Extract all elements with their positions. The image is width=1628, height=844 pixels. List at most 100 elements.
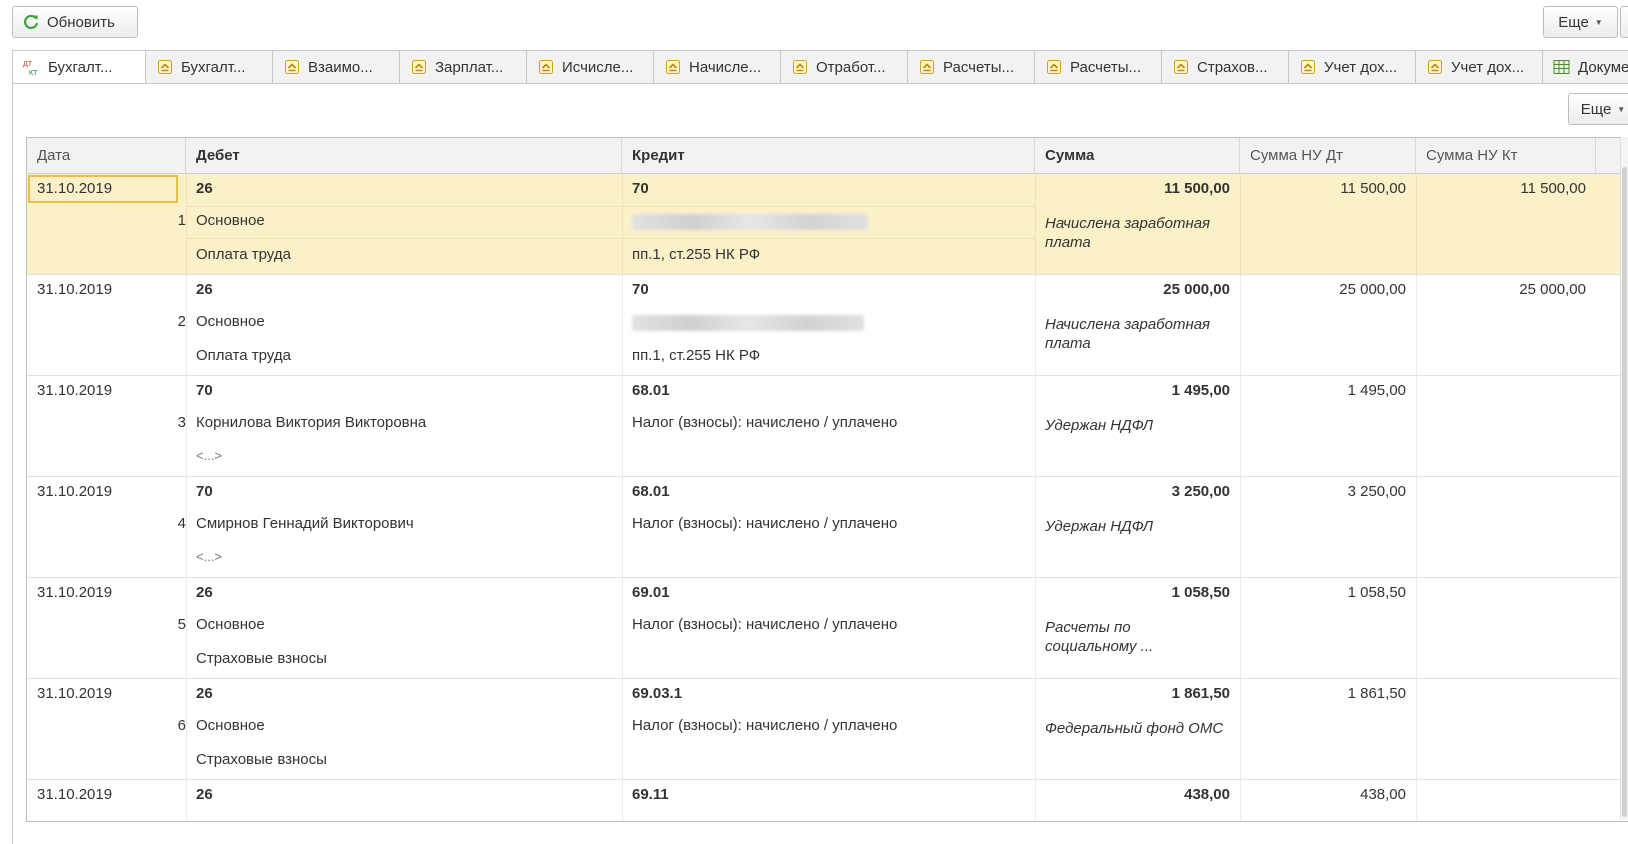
tab-label: Начисле... [689, 58, 762, 76]
vertical-scrollbar[interactable] [1620, 137, 1628, 820]
sum-comment: Удержан НДФЛ [1045, 518, 1154, 535]
row-number: 6 [177, 717, 186, 734]
column-header-debit[interactable]: Дебет [186, 138, 622, 173]
sum-nu-kt-value: 25 000,00 [1519, 281, 1586, 298]
svg-text:ДТ: ДТ [23, 61, 33, 68]
subrow-divider [186, 238, 1035, 239]
tab-label: Зарплат... [435, 58, 504, 76]
table-row[interactable]: 31.10.2019 6 26 Основное Страховые взносы 69.… [27, 679, 1628, 780]
debit-account: 26 [196, 584, 213, 601]
credit-account: 70 [632, 180, 649, 197]
tab-2[interactable]: Бухгалт... [146, 50, 273, 84]
credit-account: 69.11 [632, 786, 669, 803]
tab-8[interactable]: Расчеты... [908, 50, 1035, 84]
svg-text:КТ: КТ [29, 70, 38, 76]
sum-nu-dt-value: 1 058,50 [1347, 584, 1406, 601]
sum-value: 1 495,00 [1171, 382, 1230, 399]
table-icon [1553, 59, 1570, 76]
table-row[interactable]: 31.10.2019 5 26 Основное Страховые взносы 69.… [27, 578, 1628, 679]
tab-label: Взаимо... [308, 58, 373, 76]
table-body: 31.10.2019 1 26 Основное Оплата труда 70 пп.1,… [27, 174, 1628, 821]
refresh-button[interactable]: Обновить [12, 6, 138, 38]
column-divider [1416, 780, 1417, 821]
row-number: 4 [177, 515, 186, 532]
row-number: 3 [177, 414, 186, 431]
tab-12[interactable]: Учет дох... [1416, 50, 1543, 84]
debit-account: 26 [196, 685, 213, 702]
sum-comment: Федеральный фонд ОМС [1045, 720, 1224, 737]
tab-11[interactable]: Учет дох... [1289, 50, 1416, 84]
row-date: 31.10.2019 [37, 483, 113, 500]
row-number: 1 [177, 212, 186, 229]
row-date: 31.10.2019 [37, 382, 113, 399]
column-header-credit[interactable]: Кредит [622, 138, 1035, 173]
tab-7[interactable]: Отработ... [781, 50, 908, 84]
table-row[interactable]: 31.10.2019 7 26 69.11 438,00 438,00 [27, 780, 1628, 821]
table-row[interactable]: 31.10.2019 4 70 Смирнов Геннадий Викторович… [27, 477, 1628, 578]
row-date: 31.10.2019 [37, 180, 113, 197]
sum-nu-dt-value: 3 250,00 [1347, 483, 1406, 500]
credit-subconto-1: Налог (взносы): начислено / уплачено [632, 616, 898, 633]
tab-label: Бухгалт... [181, 58, 246, 76]
debit-subconto-1: Основное [196, 717, 265, 734]
debit-subconto-2: Страховые взносы [196, 650, 327, 667]
sum-nu-dt-value: 1 495,00 [1347, 382, 1406, 399]
table-row[interactable]: 31.10.2019 1 26 Основное Оплата труда 70 пп.1,… [27, 174, 1628, 275]
table-row[interactable]: 31.10.2019 2 26 Основное Оплата труда 70 пп.1,… [27, 275, 1628, 376]
sum-comment: Удержан НДФЛ [1045, 417, 1154, 434]
tab-9[interactable]: Расчеты... [1035, 50, 1162, 84]
sum-comment: Начислена заработная плата [1045, 316, 1211, 352]
sum-nu-dt-value: 25 000,00 [1339, 281, 1406, 298]
debit-account: 26 [196, 180, 213, 197]
debit-subconto-1: Основное [196, 313, 265, 330]
tab-6[interactable]: Начисле... [654, 50, 781, 84]
row-date: 31.10.2019 [37, 685, 113, 702]
tab-label: Расчеты... [1070, 58, 1141, 76]
column-header-sum-nu-dt[interactable]: Сумма НУ Дт [1240, 138, 1416, 173]
sum-value: 438,00 [1184, 786, 1230, 803]
tab-13[interactable]: Докумен... [1543, 50, 1628, 84]
column-divider [1416, 578, 1417, 678]
column-header-date[interactable]: Дата [27, 138, 186, 173]
row-date: 31.10.2019 [37, 786, 113, 803]
sum-nu-dt-value: 11 500,00 [1340, 180, 1406, 197]
sum-nu-dt-value: 1 861,50 [1347, 685, 1406, 702]
sum-comment: Начислена заработная плата [1045, 215, 1211, 251]
more-button[interactable]: Еще ▼ [1543, 6, 1618, 38]
table-header: Дата Дебет Кредит Сумма Сумма НУ Дт Сумм… [27, 138, 1628, 174]
tab-1[interactable]: ДТ КТ Бухгалт... [12, 50, 146, 84]
tab-bar: ДТ КТ Бухгалт... Бухгалт... Взаимо... Зарплат… [12, 50, 1628, 84]
column-header-sum[interactable]: Сумма [1035, 138, 1240, 173]
register-icon [1172, 59, 1189, 76]
column-divider [1416, 679, 1417, 779]
register-icon [1426, 59, 1443, 76]
debit-subconto-2: Страховые взносы [196, 751, 327, 768]
row-number: 2 [177, 313, 186, 330]
register-icon [664, 59, 681, 76]
sum-value: 1 058,50 [1171, 584, 1230, 601]
register-icon [1299, 59, 1316, 76]
row-date: 31.10.2019 [37, 281, 113, 298]
sum-value: 11 500,00 [1164, 180, 1230, 197]
register-icon [156, 59, 173, 76]
credit-subconto-1: Налог (взносы): начислено / уплачено [632, 515, 898, 532]
table-row[interactable]: 31.10.2019 3 70 Корнилова Виктория Викторов… [27, 376, 1628, 477]
tab-4[interactable]: Зарплат... [400, 50, 527, 84]
credit-account: 69.03.1 [632, 685, 683, 702]
debit-subconto-2: <...> [196, 448, 223, 463]
entries-table[interactable]: Дата Дебет Кредит Сумма Сумма НУ Дт Сумм… [26, 137, 1628, 822]
register-icon [537, 59, 554, 76]
tab-10[interactable]: Страхов... [1162, 50, 1289, 84]
more-label: Еще [1580, 100, 1612, 118]
tab-5[interactable]: Исчисле... [527, 50, 654, 84]
row-number: 7 [27, 818, 186, 821]
tab-label: Отработ... [816, 58, 886, 76]
table-more-button[interactable]: Еще ▼ [1568, 93, 1628, 125]
scrollbar-thumb[interactable] [1622, 167, 1627, 817]
debit-account: 70 [196, 382, 213, 399]
column-header-sum-nu-kt[interactable]: Сумма НУ Кт [1416, 138, 1596, 173]
tab-label: Учет дох... [1324, 58, 1398, 76]
redacted-employee-name [632, 315, 864, 331]
help-button[interactable] [1620, 6, 1628, 38]
tab-3[interactable]: Взаимо... [273, 50, 400, 84]
